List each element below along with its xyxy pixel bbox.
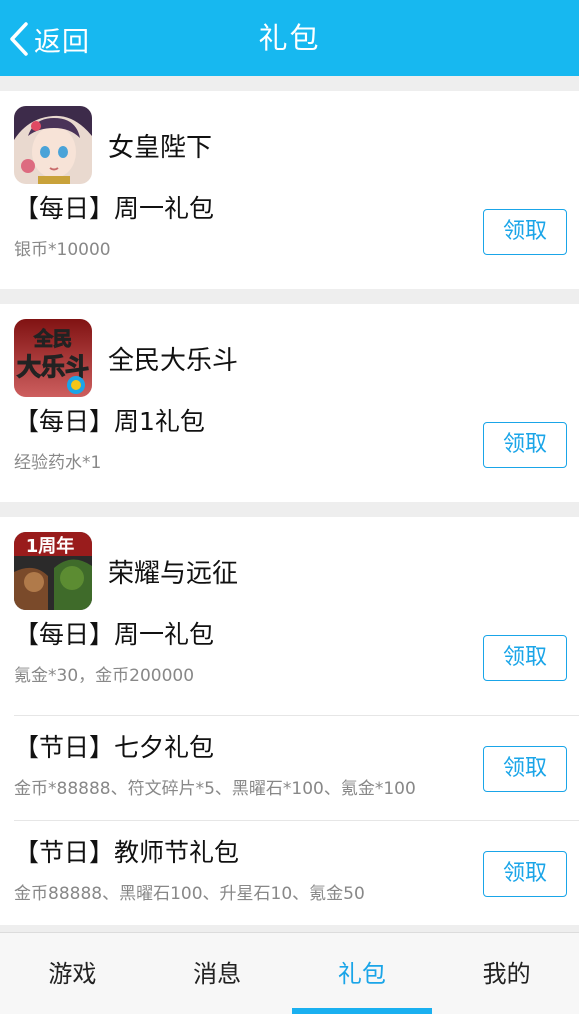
gift-item: 【每日】周一礼包 银币*10000 领取 <box>14 194 579 289</box>
icon-text: 1周年 <box>26 535 75 557</box>
game-card: 1周年 荣耀与远征 【每日】周一礼包 氪金*30，金币200000 领取 【节日… <box>0 517 579 925</box>
game-header[interactable]: 女皇陛下 <box>0 91 579 199</box>
claim-button[interactable]: 领取 <box>483 635 567 681</box>
gift-title: 【每日】周一礼包 <box>14 194 215 223</box>
gift-description: 银币*10000 <box>14 240 111 260</box>
gift-item: 【节日】教师节礼包 金币88888、黑曜石100、升星石10、氪金50 领取 <box>14 820 579 925</box>
glory-game-icon: 1周年 <box>14 532 92 610</box>
empress-game-icon <box>14 106 92 184</box>
tab-gifts[interactable]: 礼包 <box>290 933 435 1014</box>
game-card: 全民 大乐斗 全民大乐斗 【每日】周1礼包 经验药水*1 领取 <box>0 304 579 502</box>
claim-button[interactable]: 领取 <box>483 746 567 792</box>
game-name: 女皇陛下 <box>108 132 213 163</box>
gift-description: 金币88888、黑曜石100、升星石10、氪金50 <box>14 884 365 904</box>
game-header[interactable]: 全民 大乐斗 全民大乐斗 <box>0 304 579 412</box>
icon-text: 全民 <box>33 327 72 350</box>
gift-title: 【节日】教师节礼包 <box>14 838 240 867</box>
daledou-game-icon: 全民 大乐斗 <box>14 319 92 397</box>
gift-item: 【每日】周1礼包 经验药水*1 领取 <box>14 407 579 502</box>
game-card: 女皇陛下 【每日】周一礼包 银币*10000 领取 <box>0 91 579 289</box>
gift-title: 【节日】七夕礼包 <box>14 733 215 762</box>
game-name: 荣耀与远征 <box>108 558 239 589</box>
page-title: 礼包 <box>258 21 321 55</box>
bottom-tab-bar: 游戏 消息 礼包 我的 <box>0 932 579 1014</box>
gift-title: 【每日】周一礼包 <box>14 620 215 649</box>
claim-button[interactable]: 领取 <box>483 209 567 255</box>
gift-description: 氪金*30，金币200000 <box>14 666 195 686</box>
gift-item: 【节日】七夕礼包 金币*88888、符文碎片*5、黑曜石*100、氪金*100 … <box>14 715 579 820</box>
tab-games[interactable]: 游戏 <box>0 933 145 1014</box>
gift-title: 【每日】周1礼包 <box>14 407 205 436</box>
gift-description: 金币*88888、符文碎片*5、黑曜石*100、氪金*100 <box>14 779 416 799</box>
header-bar: 返回 礼包 <box>0 0 579 76</box>
gift-item: 【每日】周一礼包 氪金*30，金币200000 领取 <box>14 620 579 715</box>
tab-me[interactable]: 我的 <box>434 933 579 1014</box>
gift-description: 经验药水*1 <box>14 453 102 473</box>
game-header[interactable]: 1周年 荣耀与远征 <box>0 517 579 625</box>
tab-messages[interactable]: 消息 <box>145 933 290 1014</box>
claim-button[interactable]: 领取 <box>483 851 567 897</box>
game-name: 全民大乐斗 <box>108 345 239 376</box>
gift-list: 女皇陛下 【每日】周一礼包 银币*10000 领取 全民 大乐斗 全民大乐斗 【… <box>0 76 579 925</box>
claim-button[interactable]: 领取 <box>483 422 567 468</box>
